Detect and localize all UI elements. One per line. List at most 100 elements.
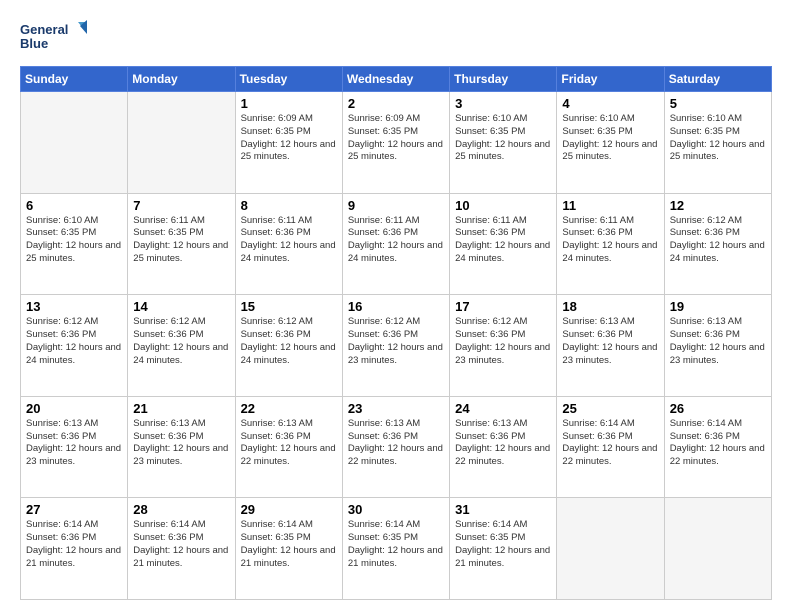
cell-info: Sunrise: 6:09 AMSunset: 6:35 PMDaylight:… [241,113,337,164]
cell-info: Sunrise: 6:10 AMSunset: 6:35 PMDaylight:… [670,113,766,164]
day-number: 10 [455,198,551,213]
calendar-cell: 12 Sunrise: 6:12 AMSunset: 6:36 PMDayligh… [664,193,771,295]
cell-info: Sunrise: 6:10 AMSunset: 6:35 PMDaylight:… [562,113,658,164]
calendar-cell: 27Sunrise: 6:14 AMSunset: 6:36 PMDayligh… [21,498,128,600]
day-number: 21 [133,401,229,416]
cell-info: Sunrise: 6:11 AMSunset: 6:36 PMDaylight:… [241,215,337,266]
calendar-cell: 25 Sunrise: 6:14 AMSunset: 6:36 PMDayligh… [557,396,664,498]
day-number: 30 [348,502,444,517]
calendar-header-row: SundayMondayTuesdayWednesdayThursdayFrid… [21,67,772,92]
day-number: 27 [26,502,122,517]
calendar-week-1: 1 Sunrise: 6:09 AMSunset: 6:35 PMDaylight… [21,92,772,194]
day-number: 2 [348,96,444,111]
cell-info: Sunrise: 6:11 AMSunset: 6:36 PMDaylight:… [562,215,658,266]
calendar-cell: 4 Sunrise: 6:10 AMSunset: 6:35 PMDaylight… [557,92,664,194]
day-number: 29 [241,502,337,517]
cell-info: Sunrise: 6:11 AMSunset: 6:35 PMDaylight:… [133,215,229,266]
cell-info: Sunrise: 6:10 AMSunset: 6:35 PMDaylight:… [455,113,551,164]
cell-info: Sunrise: 6:13 AMSunset: 6:36 PMDaylight:… [26,418,122,469]
calendar-table: SundayMondayTuesdayWednesdayThursdayFrid… [20,66,772,600]
day-number: 4 [562,96,658,111]
generalblue-logo-icon: General Blue [20,18,90,56]
day-number: 3 [455,96,551,111]
day-number: 8 [241,198,337,213]
svg-text:General: General [20,22,68,37]
day-number: 25 [562,401,658,416]
day-number: 16 [348,299,444,314]
day-number: 11 [562,198,658,213]
cell-info: Sunrise: 6:14 AMSunset: 6:35 PMDaylight:… [455,519,551,570]
day-number: 23 [348,401,444,416]
calendar-cell [128,92,235,194]
calendar-week-2: 6 Sunrise: 6:10 AMSunset: 6:35 PMDaylight… [21,193,772,295]
cell-info: Sunrise: 6:13 AMSunset: 6:36 PMDaylight:… [348,418,444,469]
calendar-cell: 31 Sunrise: 6:14 AMSunset: 6:35 PMDayligh… [450,498,557,600]
calendar-cell: 17 Sunrise: 6:12 AMSunset: 6:36 PMDayligh… [450,295,557,397]
day-number: 31 [455,502,551,517]
calendar-cell: 26 Sunrise: 6:14 AMSunset: 6:36 PMDayligh… [664,396,771,498]
calendar-cell: 2 Sunrise: 6:09 AMSunset: 6:35 PMDaylight… [342,92,449,194]
calendar-cell: 9 Sunrise: 6:11 AMSunset: 6:36 PMDaylight… [342,193,449,295]
calendar-cell: 13 Sunrise: 6:12 AMSunset: 6:36 PMDayligh… [21,295,128,397]
cell-info: Sunrise: 6:12 AMSunset: 6:36 PMDaylight:… [348,316,444,367]
day-number: 14 [133,299,229,314]
calendar-cell: 6 Sunrise: 6:10 AMSunset: 6:35 PMDaylight… [21,193,128,295]
header: General Blue [20,18,772,56]
day-number: 22 [241,401,337,416]
calendar-cell: 15 Sunrise: 6:12 AMSunset: 6:36 PMDayligh… [235,295,342,397]
cell-info: Sunrise: 6:12 AMSunset: 6:36 PMDaylight:… [241,316,337,367]
cell-info: Sunrise: 6:13 AMSunset: 6:36 PMDaylight:… [455,418,551,469]
calendar-week-5: 27 Sunrise: 6:14 AMSunset: 6:36 PMDayligh… [21,498,772,600]
calendar-cell: 22Sunrise: 6:13 AMSunset: 6:36 PMDayligh… [235,396,342,498]
day-number: 12 [670,198,766,213]
day-number: 6 [26,198,122,213]
cell-info: Sunrise: 6:14 AMSunset: 6:36 PMDaylight:… [133,519,229,570]
day-number: 1 [241,96,337,111]
logo: General Blue [20,18,90,56]
day-number: 24 [455,401,551,416]
calendar-cell: 30 Sunrise: 6:14 AMSunset: 6:35 PMDayligh… [342,498,449,600]
calendar-cell [21,92,128,194]
day-number: 18 [562,299,658,314]
day-header-wednesday: Wednesday [342,67,449,92]
day-header-sunday: Sunday [21,67,128,92]
cell-info: Sunrise: 6:10 AMSunset: 6:35 PMDaylight:… [26,215,122,266]
calendar-cell: 1 Sunrise: 6:09 AMSunset: 6:35 PMDaylight… [235,92,342,194]
calendar-cell: 11 Sunrise: 6:11 AMSunset: 6:36 PMDayligh… [557,193,664,295]
calendar-week-4: 20 Sunrise: 6:13 AMSunset: 6:36 PMDayligh… [21,396,772,498]
cell-info: Sunrise: 6:14 AMSunset: 6:35 PMDaylight:… [241,519,337,570]
cell-info: Sunrise: 6:12 AMSunset: 6:36 PMDaylight:… [133,316,229,367]
cell-info: Sunrise: 6:12 AMSunset: 6:36 PMDaylight:… [26,316,122,367]
calendar-cell: 16 Sunrise: 6:12 AMSunset: 6:36 PMDayligh… [342,295,449,397]
calendar-cell: 28Sunrise: 6:14 AMSunset: 6:36 PMDayligh… [128,498,235,600]
calendar-cell: 18Sunrise: 6:13 AMSunset: 6:36 PMDayligh… [557,295,664,397]
day-number: 20 [26,401,122,416]
day-number: 7 [133,198,229,213]
calendar-cell: 24 Sunrise: 6:13 AMSunset: 6:36 PMDayligh… [450,396,557,498]
calendar-cell: 10 Sunrise: 6:11 AMSunset: 6:36 PMDayligh… [450,193,557,295]
calendar-week-3: 13 Sunrise: 6:12 AMSunset: 6:36 PMDayligh… [21,295,772,397]
day-number: 26 [670,401,766,416]
cell-info: Sunrise: 6:12 AMSunset: 6:36 PMDaylight:… [670,215,766,266]
day-header-saturday: Saturday [664,67,771,92]
cell-info: Sunrise: 6:11 AMSunset: 6:36 PMDaylight:… [348,215,444,266]
day-number: 17 [455,299,551,314]
day-header-thursday: Thursday [450,67,557,92]
cell-info: Sunrise: 6:14 AMSunset: 6:35 PMDaylight:… [348,519,444,570]
cell-info: Sunrise: 6:14 AMSunset: 6:36 PMDaylight:… [670,418,766,469]
calendar-cell: 7 Sunrise: 6:11 AMSunset: 6:35 PMDaylight… [128,193,235,295]
cell-info: Sunrise: 6:14 AMSunset: 6:36 PMDaylight:… [562,418,658,469]
calendar-cell: 21 Sunrise: 6:13 AMSunset: 6:36 PMDayligh… [128,396,235,498]
day-number: 5 [670,96,766,111]
day-header-monday: Monday [128,67,235,92]
cell-info: Sunrise: 6:11 AMSunset: 6:36 PMDaylight:… [455,215,551,266]
cell-info: Sunrise: 6:09 AMSunset: 6:35 PMDaylight:… [348,113,444,164]
cell-info: Sunrise: 6:12 AMSunset: 6:36 PMDaylight:… [455,316,551,367]
day-number: 13 [26,299,122,314]
calendar-cell [557,498,664,600]
cell-info: Sunrise: 6:13 AMSunset: 6:36 PMDaylight:… [133,418,229,469]
calendar-cell: 19Sunrise: 6:13 AMSunset: 6:36 PMDayligh… [664,295,771,397]
day-number: 15 [241,299,337,314]
day-number: 9 [348,198,444,213]
day-header-tuesday: Tuesday [235,67,342,92]
